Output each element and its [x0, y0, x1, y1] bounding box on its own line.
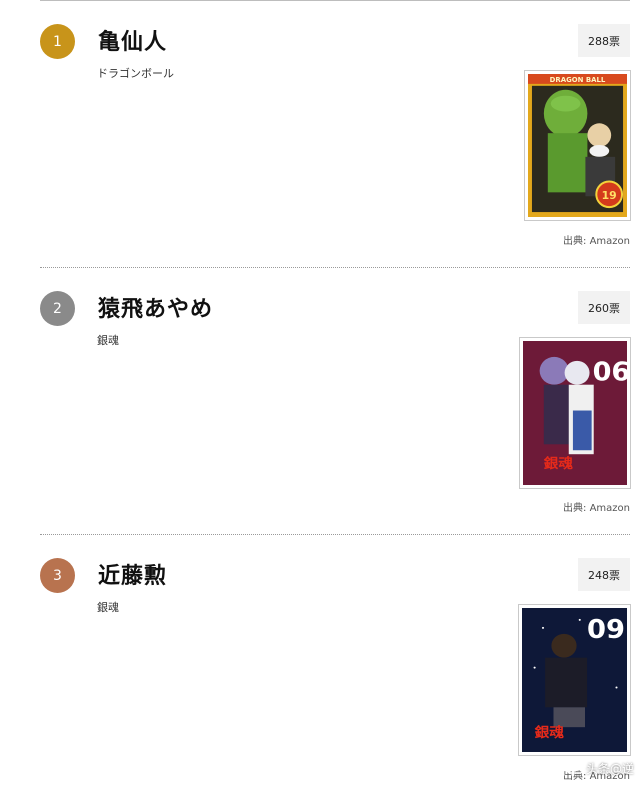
cover-title: 銀魂 — [544, 454, 573, 472]
volume-number: 06 — [593, 357, 627, 387]
gintama-cover-art: 06 銀魂 — [523, 341, 627, 485]
series-name: 銀魂 — [97, 601, 119, 614]
vote-count: 248票 — [578, 558, 630, 591]
rank-badge: 2 — [40, 291, 75, 326]
ranking-entry-3: 3 近藤勲 銀魂 248票 09 銀魂 出典: Amazon — [0, 534, 640, 801]
rank-badge: 3 — [40, 558, 75, 593]
camera-icon — [567, 761, 583, 777]
character-name[interactable]: 近藤勲 — [98, 558, 167, 590]
vote-count: 260票 — [578, 291, 630, 324]
ranking-entry-1: 1 亀仙人 ドラゴンボール 288票 DRAGON BALL 19 出典: Am… — [0, 0, 640, 267]
ranking-entry-2: 2 猿飛あやめ 銀魂 260票 06 銀魂 出典: Amazon — [0, 267, 640, 534]
volume-number: 19 — [602, 189, 617, 202]
cover-image[interactable]: DRAGON BALL 19 — [524, 70, 631, 221]
character-name[interactable]: 猿飛あやめ — [98, 291, 213, 323]
cover-title: 銀魂 — [535, 723, 565, 740]
cover-image[interactable]: 06 銀魂 — [519, 337, 631, 489]
rank-badge: 1 — [40, 24, 75, 59]
source-credit[interactable]: 出典: Amazon — [563, 232, 630, 247]
cover-image[interactable]: 09 銀魂 — [518, 604, 631, 756]
character-name[interactable]: 亀仙人 — [98, 24, 167, 56]
gintama-cover-art: 09 銀魂 — [522, 608, 627, 752]
series-name: ドラゴンボール — [97, 67, 174, 80]
watermark-text: 头条@逆 — [585, 762, 634, 776]
watermark: 头条@逆 — [567, 760, 634, 777]
source-credit[interactable]: 出典: Amazon — [563, 499, 630, 514]
dragon-ball-cover-art: DRAGON BALL 19 — [528, 74, 627, 217]
volume-number: 09 — [587, 614, 625, 644]
cover-title: DRAGON BALL — [550, 76, 606, 84]
vote-count: 288票 — [578, 24, 630, 57]
series-name: 銀魂 — [97, 334, 119, 347]
